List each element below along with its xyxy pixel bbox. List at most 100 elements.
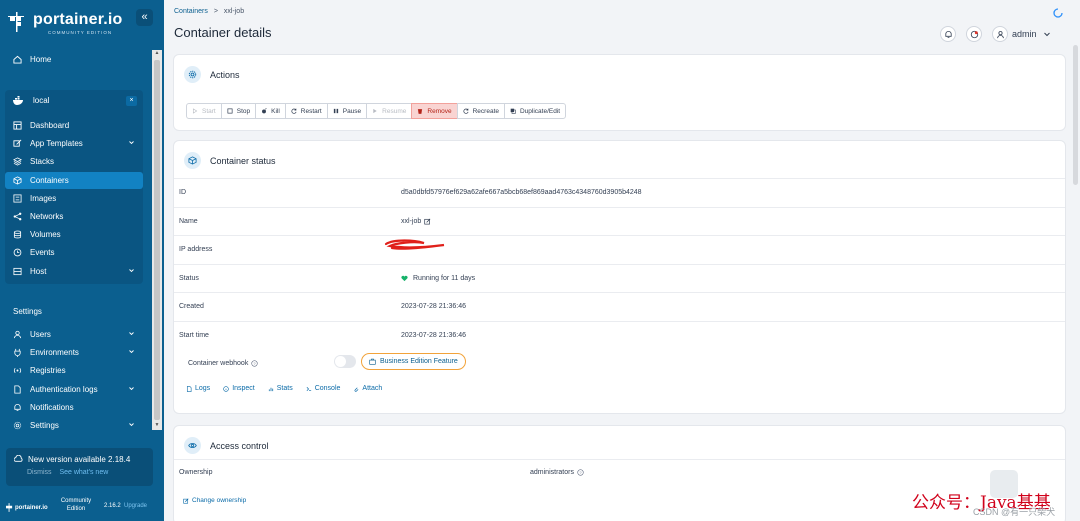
breadcrumb-containers-link[interactable]: Containers: [174, 8, 208, 15]
environment-close-button[interactable]: ×: [126, 96, 137, 106]
page-title: Container details: [174, 25, 272, 40]
stop-button[interactable]: Stop: [220, 103, 257, 119]
plug-icon: [13, 348, 22, 358]
environment-header[interactable]: local: [5, 92, 143, 109]
terminal-icon: [306, 386, 311, 391]
edit-icon[interactable]: [424, 218, 431, 225]
user-icon: [996, 30, 1004, 38]
chevron-down-icon[interactable]: [128, 385, 135, 392]
sidebar-item-events[interactable]: Events: [5, 244, 143, 261]
chevron-down-icon[interactable]: [128, 348, 135, 355]
start-button[interactable]: Start: [186, 103, 222, 119]
upgrade-link[interactable]: Upgrade: [124, 503, 147, 509]
logs-link[interactable]: Logs: [186, 385, 210, 392]
bomb-icon: [261, 108, 267, 114]
portainer-logo[interactable]: portainer.io COMMUNITY EDITION: [8, 8, 148, 38]
chevron-down-icon[interactable]: [128, 139, 135, 146]
sidebar-item-label: Dashboard: [30, 121, 70, 130]
sidebar-item-label: App Templates: [30, 139, 83, 149]
change-ownership-link[interactable]: Change ownership: [183, 497, 246, 504]
sidebar-item-label: Environments: [30, 348, 79, 358]
sidebar-item-networks[interactable]: Networks: [5, 208, 143, 225]
sidebar-item-containers[interactable]: Containers: [5, 171, 143, 189]
copy-icon: [510, 108, 516, 114]
help-circle-icon: ?: [577, 469, 584, 476]
help-button[interactable]: [966, 26, 982, 42]
bar-chart-icon: [268, 387, 273, 391]
edit-icon: [183, 498, 189, 504]
attach-link[interactable]: Attach: [353, 385, 382, 392]
brand-name: portainer.io: [33, 11, 123, 28]
sidebar-item-environments[interactable]: Environments: [5, 344, 143, 361]
help-circle-icon: ?: [251, 360, 258, 367]
bell-icon: [944, 30, 952, 38]
pause-icon: [333, 108, 339, 114]
user-icon: [13, 330, 22, 339]
stats-link[interactable]: Stats: [268, 385, 293, 392]
gear-icon: [13, 421, 22, 430]
notifications-button[interactable]: [940, 26, 956, 42]
sidebar-item-label: Containers: [30, 175, 69, 185]
footer-edition: Community Edition: [60, 498, 92, 512]
status-row-ip-address: IP address: [174, 235, 1065, 263]
loading-spinner-icon: [1053, 8, 1063, 18]
actions-title: Actions: [210, 69, 240, 80]
actions-header: Actions: [184, 66, 240, 83]
recreate-button[interactable]: Recreate: [456, 103, 505, 119]
sidebar-item-settings[interactable]: Settings: [5, 417, 143, 434]
duplicate-edit-button[interactable]: Duplicate/Edit: [503, 103, 567, 119]
sidebar-item-images[interactable]: Images: [5, 190, 143, 207]
sidebar-item-registries[interactable]: Registries: [5, 362, 143, 379]
resume-button[interactable]: Resume: [366, 103, 413, 119]
console-link[interactable]: Console: [306, 385, 340, 392]
sidebar-item-dashboard[interactable]: Dashboard: [5, 117, 143, 134]
sidebar-collapse-button[interactable]: «: [136, 9, 153, 26]
kill-button[interactable]: Kill: [255, 103, 286, 119]
svg-text:?: ?: [254, 361, 257, 366]
sidebar-item-home[interactable]: Home: [5, 51, 143, 68]
pause-button[interactable]: Pause: [326, 103, 368, 119]
chevron-down-icon[interactable]: [1043, 30, 1051, 38]
webhook-toggle[interactable]: [334, 355, 356, 368]
sidebar-item-stacks[interactable]: Stacks: [5, 153, 143, 170]
sidebar-item-notifications[interactable]: Notifications: [5, 399, 143, 416]
status-key: Created: [179, 303, 204, 310]
breadcrumb-current: xxl-job: [223, 8, 245, 15]
whats-new-link[interactable]: See what's new: [59, 469, 108, 476]
cloud-download-icon: [14, 455, 23, 462]
status-row-name: Name xxl-job: [174, 206, 1065, 235]
restart-button[interactable]: Restart: [284, 103, 328, 119]
stop-icon: [227, 108, 233, 114]
page-scrollbar[interactable]: [1073, 45, 1078, 185]
sidebar-scrollbar[interactable]: ▲ ▼: [152, 50, 162, 430]
sidebar-item-host[interactable]: Host: [5, 263, 143, 280]
username[interactable]: admin: [1012, 29, 1037, 39]
inspect-link[interactable]: Inspect: [223, 385, 255, 392]
sidebar-item-label: Networks: [30, 212, 64, 221]
scroll-down-icon[interactable]: ▼: [152, 422, 162, 430]
ownership-label: Ownership: [179, 469, 213, 476]
remove-button[interactable]: Remove: [411, 103, 458, 119]
dismiss-link[interactable]: Dismiss: [27, 469, 52, 476]
breadcrumb: Containers > xxl-job: [174, 8, 244, 15]
chevron-down-icon[interactable]: [128, 330, 135, 337]
toggle-knob: [335, 356, 346, 367]
sidebar: portainer.io COMMUNITY EDITION « Home lo…: [0, 0, 164, 521]
sidebar-item-app-templates[interactable]: App Templates: [5, 135, 143, 152]
business-edition-badge[interactable]: Business Edition Feature: [361, 353, 466, 370]
status-row-start-time: Start time 2023-07-28 21:36:46: [174, 320, 1065, 349]
sidebar-item-label: Images: [30, 193, 57, 203]
sidebar-item-volumes[interactable]: Volumes: [5, 226, 143, 243]
sidebar-item-authentication-logs[interactable]: Authentication logs: [5, 381, 143, 398]
trash-icon: [417, 108, 423, 114]
scrollbar-thumb[interactable]: [154, 60, 160, 420]
status-row-status: Status Running for 11 days: [174, 263, 1065, 292]
sidebar-item-users[interactable]: Users: [5, 326, 143, 343]
status-value: Running for 11 days: [401, 275, 475, 282]
chevron-down-icon[interactable]: [128, 267, 135, 274]
chevron-down-icon[interactable]: [128, 421, 135, 428]
user-avatar[interactable]: [992, 26, 1008, 42]
portainer-small-icon: [6, 503, 13, 512]
refresh-icon: [463, 108, 469, 114]
scroll-up-icon[interactable]: ▲: [152, 50, 162, 58]
